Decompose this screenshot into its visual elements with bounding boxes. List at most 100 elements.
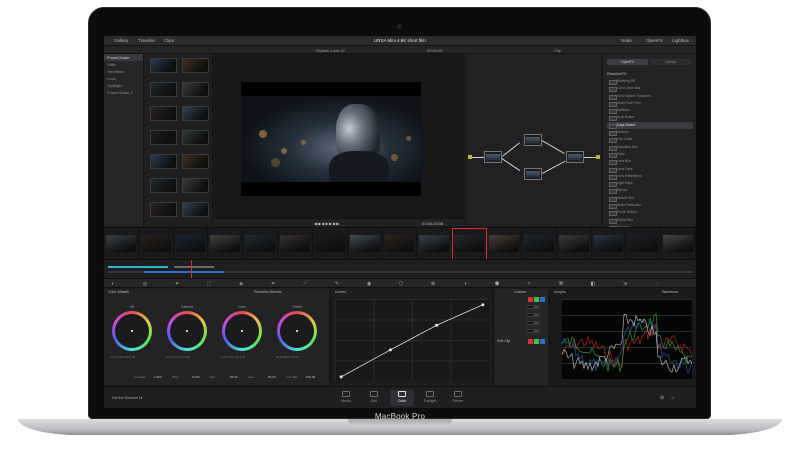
timeline-clip[interactable]	[661, 228, 696, 260]
gallery-still[interactable]	[150, 58, 177, 73]
toolbar-tool-icon[interactable]: ✧	[526, 281, 532, 287]
toolbar-tool-icon[interactable]: ◑	[462, 281, 468, 287]
playhead[interactable]	[191, 260, 192, 278]
gallery-still[interactable]	[150, 178, 177, 193]
sidebar-item-spotlight[interactable]: Spotlight	[104, 82, 143, 89]
page-tab-media[interactable]: Media	[334, 390, 358, 406]
gallery-still[interactable]	[182, 58, 209, 73]
openfx-item[interactable]: Lens Flare	[607, 166, 693, 173]
gallery-still[interactable]	[150, 130, 177, 145]
curve-path[interactable]	[340, 304, 484, 378]
custom-field-2[interactable]: 100	[526, 313, 540, 317]
blue-channel-toggle[interactable]	[540, 297, 545, 302]
color-wheel-lift[interactable]	[112, 311, 152, 351]
curve-line[interactable]	[335, 299, 489, 381]
timeline-clip[interactable]	[417, 228, 453, 260]
openfx-item[interactable]: Dead Pixel Fixer	[607, 100, 693, 108]
transport-icons[interactable]: ◀◀ ◀ ■ ▶ ▶▶	[314, 221, 339, 226]
toolbar-tool-icon[interactable]: ⬢	[494, 281, 500, 287]
timeline-clip[interactable]	[313, 228, 348, 260]
gallery-still[interactable]	[182, 130, 209, 145]
toolbar-tool-icon[interactable]: ◉	[366, 281, 372, 287]
custom-field-1[interactable]: 100	[526, 305, 540, 309]
timeline-clip[interactable]	[452, 228, 488, 260]
scope-mode[interactable]: Waveform	[662, 290, 678, 294]
toolbar-tool-icon[interactable]: ✦	[174, 281, 180, 287]
openfx-item[interactable]: Radial Blur	[607, 217, 693, 224]
soft-clip-red[interactable]	[528, 339, 533, 344]
nodes-tab[interactable]: Node	[621, 38, 632, 43]
slider-value[interactable]: 0.435	[192, 375, 200, 379]
mini-timeline[interactable]	[104, 259, 696, 278]
timeline-clip[interactable]	[174, 228, 209, 260]
gallery-still[interactable]	[150, 154, 177, 169]
openfx-item[interactable]: Color Space Transform	[607, 93, 693, 100]
node-1[interactable]	[484, 151, 502, 163]
openfx-item[interactable]: Gaussian Blur	[607, 144, 693, 151]
toolbar-tool-icon[interactable]: ⟋	[302, 281, 308, 287]
color-wheel-offset[interactable]	[277, 311, 317, 351]
wheel-center-dot[interactable]	[186, 330, 188, 332]
wheel-center-dot[interactable]	[296, 330, 298, 332]
lightbox-tab[interactable]: Lightbox	[672, 38, 689, 43]
page-tab-edit[interactable]: Edit	[362, 390, 386, 406]
node-3[interactable]	[524, 168, 542, 180]
toolbar-tool-icon[interactable]: ◎	[142, 281, 148, 287]
sidebar-item-timelines[interactable]: Timelines	[104, 68, 143, 75]
timeline-clip[interactable]	[348, 228, 383, 260]
timeline-clip[interactable]	[522, 228, 557, 260]
gallery-still[interactable]	[182, 106, 209, 121]
gallery-still[interactable]	[182, 178, 209, 193]
gallery-still[interactable]	[182, 202, 209, 217]
openfx-item[interactable]: Mirrors	[607, 187, 693, 195]
curve-control-point[interactable]	[435, 323, 439, 327]
toolbar-tool-icon[interactable]: ⌗	[270, 281, 276, 287]
slider-value[interactable]: 100.00	[306, 375, 315, 379]
green-channel-toggle[interactable]	[534, 297, 539, 302]
gallery-still[interactable]	[182, 154, 209, 169]
clips-tab[interactable]: Clips	[164, 38, 174, 43]
home-icon[interactable]: ⌂	[670, 395, 676, 401]
openfx-item[interactable]: Glow	[607, 151, 693, 159]
openfx-item[interactable]: Blanking Fill	[607, 78, 693, 86]
slider-value[interactable]: 1.000	[154, 375, 162, 379]
openfx-item[interactable]: Emboss	[607, 129, 693, 137]
openfx-item[interactable]: Deflicker	[607, 107, 693, 115]
openfx-tab[interactable]: OpenFX	[646, 38, 663, 43]
toolbar-tool-icon[interactable]: ◐	[110, 281, 116, 287]
curve-control-point[interactable]	[339, 375, 343, 379]
curve-control-point[interactable]	[481, 303, 485, 307]
timeline-clip[interactable]	[592, 228, 627, 260]
slider-value[interactable]: 50.00	[230, 375, 238, 379]
toolbar-tool-icon[interactable]: ◌	[654, 281, 660, 287]
openfx-item[interactable]: Edge Detect	[607, 121, 693, 130]
curve-graph[interactable]	[335, 299, 489, 381]
openfx-item[interactable]: Noise Reduction	[607, 202, 693, 210]
tab-openfx[interactable]: OpenFX	[607, 59, 648, 65]
timeline-clip[interactable]	[278, 228, 313, 260]
soft-clip-green[interactable]	[534, 339, 539, 344]
toolbar-tool-icon[interactable]: ⬡	[398, 281, 404, 287]
curve-control-point[interactable]	[388, 348, 392, 352]
node-4[interactable]	[566, 151, 584, 163]
openfx-item[interactable]: Light Rays	[607, 180, 693, 188]
page-tab-deliver[interactable]: Deliver	[446, 390, 470, 406]
node-2[interactable]	[524, 134, 542, 146]
toolbar-tool-icon[interactable]: ⊕	[430, 281, 436, 287]
node-graph[interactable]	[465, 54, 601, 226]
timeline-clip[interactable]	[383, 228, 418, 260]
gallery-still[interactable]	[150, 82, 177, 97]
toolbar-tool-icon[interactable]: ◧	[590, 281, 596, 287]
openfx-item[interactable]: Mosaic Blur	[607, 195, 693, 203]
wheel-center-dot[interactable]	[131, 330, 133, 332]
color-wheel-gamma[interactable]	[167, 311, 207, 351]
openfx-item[interactable]: Lens Blur	[607, 158, 693, 166]
timeline-clip[interactable]	[208, 228, 244, 260]
toolbar-tool-icon[interactable]: ◈	[238, 281, 244, 287]
gallery-still[interactable]	[150, 106, 177, 121]
wheels-mode[interactable]: Primaries Wheels	[254, 290, 281, 294]
timelines-tab[interactable]: Timeline	[138, 38, 155, 43]
openfx-item[interactable]: Pencil Sketch	[607, 209, 693, 217]
custom-field-3[interactable]: 100	[526, 321, 540, 325]
timeline-clip[interactable]	[487, 228, 522, 260]
